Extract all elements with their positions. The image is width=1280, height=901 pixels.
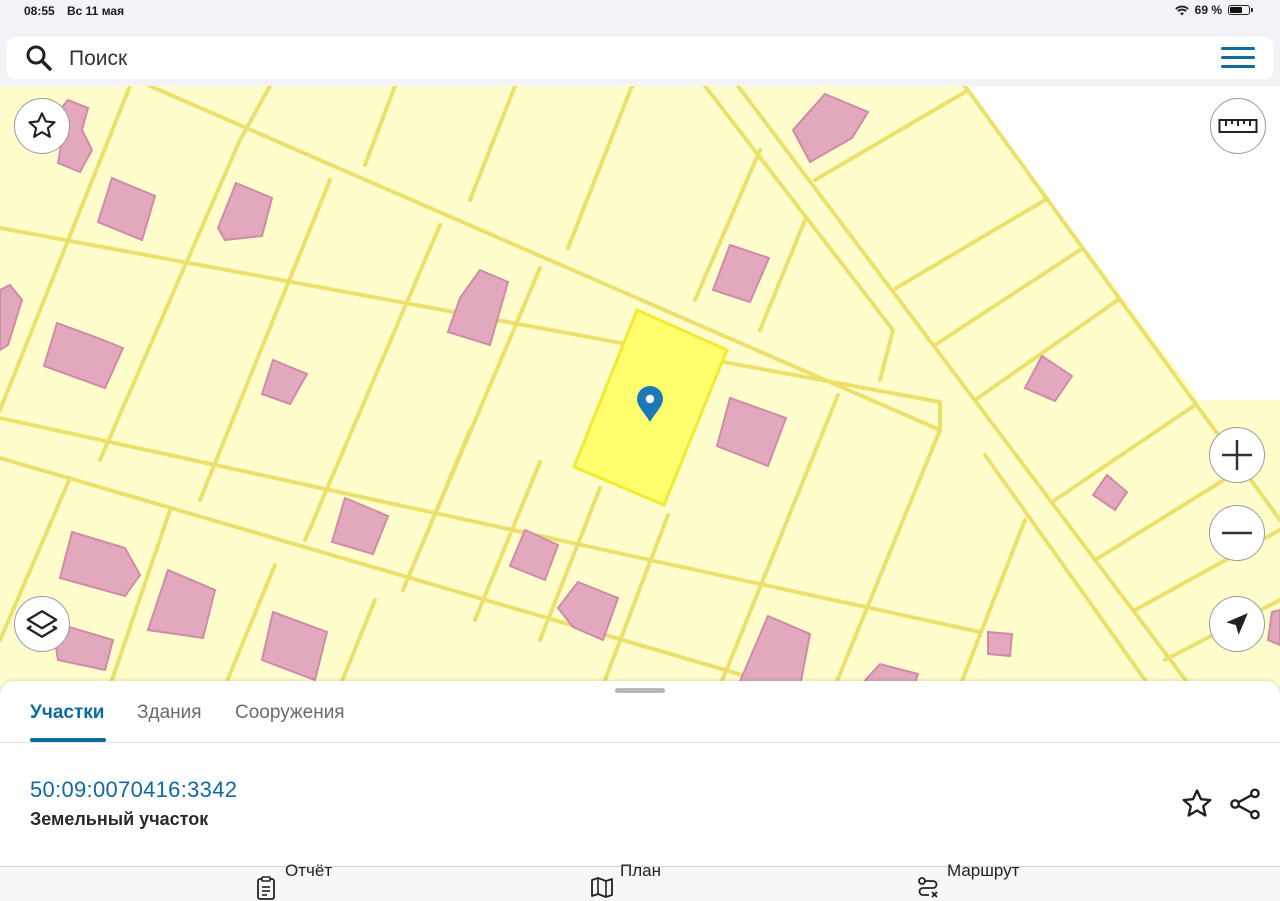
map-plan-icon: [591, 877, 613, 898]
status-time: 08:55: [24, 4, 55, 18]
ruler-button[interactable]: [1210, 98, 1266, 154]
report-icon: [257, 876, 275, 900]
plus-icon: [1222, 440, 1252, 470]
wifi-icon: [1174, 5, 1189, 15]
star-icon: [28, 112, 56, 138]
tab-buildings[interactable]: Здания: [137, 702, 202, 724]
star-outline-icon: [1182, 789, 1212, 817]
object-type-label: Земельный участок: [30, 809, 209, 829]
ruler-icon: [1218, 119, 1258, 133]
locate-button[interactable]: [1209, 596, 1265, 652]
object-type-tabs: Участки Здания Сооружения: [0, 681, 1280, 743]
route-label: Маршрут: [947, 861, 1020, 880]
tab-parcels[interactable]: Участки: [30, 702, 104, 724]
battery-percent: 69 %: [1194, 3, 1222, 17]
share-button[interactable]: [1228, 787, 1262, 821]
status-date: Вс 11 мая: [67, 4, 125, 18]
cadastral-map[interactable]: [0, 86, 1280, 686]
navigation-arrow-icon: [1226, 613, 1248, 635]
map-canvas[interactable]: [0, 86, 1280, 686]
route-icon: [918, 877, 938, 898]
layers-icon: [26, 610, 58, 638]
cadastral-number[interactable]: 50:09:0070416:3342: [30, 777, 237, 803]
report-label: Отчёт: [285, 861, 333, 880]
layers-button[interactable]: [14, 596, 70, 652]
add-to-favorites-button[interactable]: [1180, 787, 1214, 821]
battery-icon: [1228, 5, 1253, 15]
tab-structures[interactable]: Сооружения: [235, 702, 345, 724]
favorite-button[interactable]: [14, 98, 70, 154]
bottom-action-bar: Отчёт План Маршрут: [0, 861, 1280, 901]
zoom-in-button[interactable]: [1209, 427, 1265, 483]
plan-label: План: [620, 861, 661, 880]
zoom-out-button[interactable]: [1209, 505, 1265, 561]
search-input[interactable]: Поиск: [69, 47, 127, 71]
share-icon: [1230, 788, 1260, 820]
active-tab-indicator: [30, 738, 106, 742]
search-icon[interactable]: [25, 44, 53, 72]
minus-icon: [1222, 531, 1252, 535]
hamburger-menu-icon[interactable]: [1221, 45, 1255, 71]
search-bar[interactable]: Поиск: [7, 37, 1273, 79]
status-bar: 08:55 Вс 11 мая 69 %: [0, 0, 1280, 24]
status-right: 69 %: [1174, 3, 1253, 17]
